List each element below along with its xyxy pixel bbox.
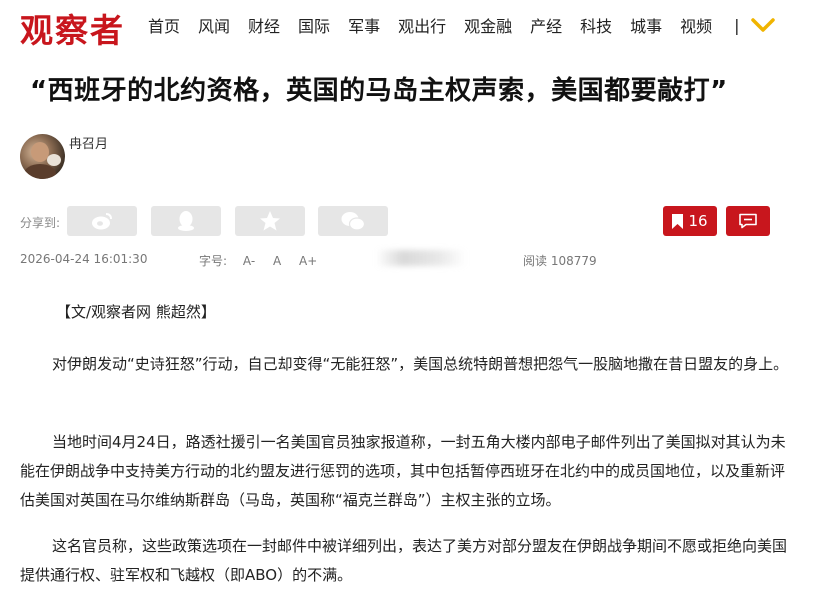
nav-item-video[interactable]: 视频 xyxy=(680,13,712,37)
qzone-star-icon xyxy=(260,211,280,231)
nav-item-finance[interactable]: 财经 xyxy=(248,13,280,37)
site-logo[interactable]: 观察者 xyxy=(20,4,125,52)
nav-item-international[interactable]: 国际 xyxy=(298,13,330,37)
share-label: 分享到: xyxy=(20,216,61,230)
publish-date: 2026-04-24 16:01:30 xyxy=(20,252,148,266)
wechat-icon xyxy=(341,212,366,231)
nav-item-tech[interactable]: 科技 xyxy=(580,13,612,37)
share-qq-button[interactable] xyxy=(151,206,221,236)
main-nav: 首页 风闻 财经 国际 军事 观出行 观金融 产经 科技 城事 视频 | xyxy=(148,13,776,37)
article-title: “西班牙的北约资格，英国的马岛主权声索，美国都要敲打” xyxy=(30,76,728,106)
share-weibo-button[interactable] xyxy=(67,206,137,236)
nav-item-military[interactable]: 军事 xyxy=(348,13,380,37)
qq-icon xyxy=(178,211,194,231)
weibo-icon xyxy=(92,213,112,230)
font-size-normal-button[interactable]: A xyxy=(273,254,281,268)
top-navigation-bar: 观察者 首页 风闻 财经 国际 军事 观出行 观金融 产经 科技 城事 视频 | xyxy=(0,0,820,50)
author-avatar[interactable] xyxy=(20,134,65,179)
nav-item-home[interactable]: 首页 xyxy=(148,13,180,37)
bookmark-icon xyxy=(672,213,684,229)
author-name[interactable]: 冉召月 xyxy=(69,133,108,152)
article-paragraph: 当地时间4月24日，路透社援引一名美国官员独家报道称，一封五角大楼内部电子邮件列… xyxy=(20,433,786,509)
article-byline-paragraph: 【文/观察者网 熊超然】 xyxy=(56,303,216,321)
nav-item-industry[interactable]: 产经 xyxy=(530,13,562,37)
comment-button[interactable] xyxy=(726,206,770,236)
nav-item-city[interactable]: 城事 xyxy=(630,13,662,37)
article-paragraph: 对伊朗发动“史诗狂怒”行动，自己却变得“无能狂怒”，美国总统特朗普想把怨气一股脑… xyxy=(52,355,789,373)
read-count: 阅读 108779 xyxy=(523,254,597,268)
nav-item-fengwen[interactable]: 风闻 xyxy=(198,13,230,37)
bookmark-count: 16 xyxy=(688,212,708,230)
blurred-source xyxy=(376,250,466,266)
share-wechat-button[interactable] xyxy=(318,206,388,236)
comment-icon xyxy=(739,213,757,229)
font-size-controls: 字号: A- A A+ xyxy=(199,252,331,269)
font-size-increase-button[interactable]: A+ xyxy=(299,254,317,268)
nav-item-guan-finance[interactable]: 观金融 xyxy=(464,13,512,37)
font-size-decrease-button[interactable]: A- xyxy=(243,254,255,268)
font-size-label: 字号: xyxy=(199,254,228,268)
chevron-down-icon[interactable] xyxy=(750,15,776,35)
share-qzone-button[interactable] xyxy=(235,206,305,236)
nav-separator: | xyxy=(734,15,740,35)
nav-item-travel[interactable]: 观出行 xyxy=(398,13,446,37)
article-paragraph: 这名官员称，这些政策选项在一封邮件中被详细列出，表达了美方对部分盟友在伊朗战争期… xyxy=(20,537,788,584)
bookmark-button[interactable]: 16 xyxy=(663,206,717,236)
